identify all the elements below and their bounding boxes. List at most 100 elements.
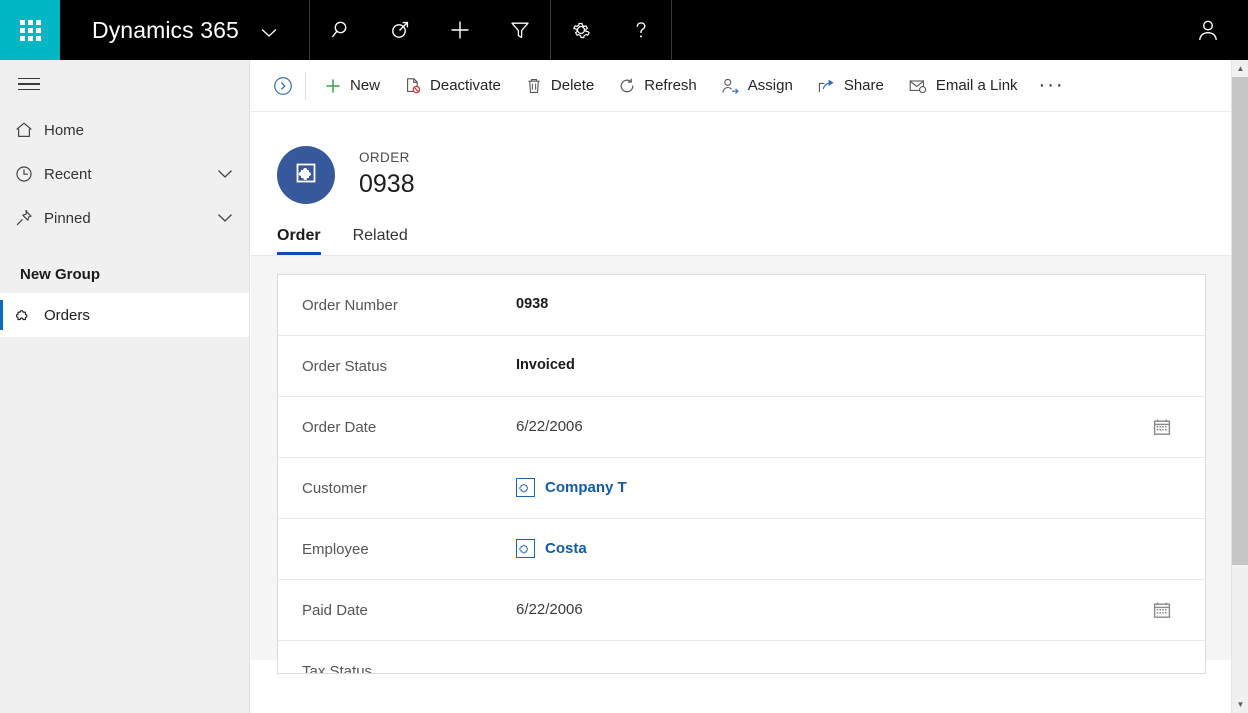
- field-label: Order Status: [302, 357, 388, 375]
- field-tax-status: Tax Status: [278, 641, 1205, 674]
- field-label: Tax Status: [302, 662, 373, 674]
- entity-puzzle-icon: [14, 305, 44, 325]
- share-icon: [817, 77, 836, 95]
- delete-button[interactable]: Delete: [513, 67, 606, 105]
- field-order-status: Order Status Invoiced: [278, 336, 1205, 397]
- sidebar-item-pinned[interactable]: Pinned: [0, 196, 249, 240]
- field-value-order-date[interactable]: 6/22/2006: [516, 418, 1187, 437]
- lookup-link-text[interactable]: Company T: [545, 479, 627, 496]
- sidebar-item-label: Home: [44, 121, 85, 139]
- assistant-icon[interactable]: [370, 0, 430, 60]
- calendar-icon[interactable]: [1153, 418, 1171, 436]
- deactivate-button-label: Deactivate: [430, 77, 501, 94]
- brand-title[interactable]: Dynamics 365: [60, 17, 277, 44]
- field-order-date: Order Date 6/22/2006: [278, 397, 1205, 458]
- home-icon: [14, 120, 44, 140]
- field-value-order-status[interactable]: Invoiced: [516, 357, 1187, 375]
- command-bar-divider: [305, 71, 306, 100]
- sidebar-item-label: Recent: [44, 165, 92, 183]
- sidebar-toggle-button[interactable]: [0, 60, 249, 108]
- refresh-icon: [618, 77, 636, 95]
- command-overflow-button[interactable]: ···: [1030, 67, 1074, 105]
- refresh-button[interactable]: Refresh: [606, 67, 709, 105]
- field-label: Order Number: [302, 296, 398, 314]
- email-a-link-button-label: Email a Link: [935, 77, 1018, 94]
- scroll-up-arrow-icon[interactable]: ▲: [1232, 60, 1248, 77]
- page-title: 0938: [359, 170, 415, 198]
- field-order-number: Order Number 0938: [278, 275, 1205, 336]
- user-avatar-icon[interactable]: [1178, 0, 1238, 60]
- chevron-down-icon[interactable]: [217, 213, 233, 223]
- vertical-scrollbar[interactable]: ▲ ▼: [1231, 60, 1248, 713]
- sidebar-item-home[interactable]: Home: [0, 108, 249, 152]
- field-value-order-number[interactable]: 0938: [516, 296, 1187, 314]
- delete-button-label: Delete: [550, 77, 595, 94]
- filter-icon[interactable]: [490, 0, 550, 60]
- entity-puzzle-icon: [291, 158, 321, 193]
- topbar-icon-group-left: [310, 0, 550, 60]
- record-entity-label: ORDER: [359, 150, 410, 165]
- hamburger-icon: [18, 74, 40, 95]
- chevron-right-circle-icon[interactable]: [263, 60, 303, 112]
- record-header-area: ORDER 0938 Order Related: [251, 112, 1248, 256]
- top-navigation-bar: Dynamics 365: [0, 0, 1248, 60]
- share-button-label: Share: [843, 77, 884, 94]
- scroll-down-arrow-icon[interactable]: ▼: [1232, 696, 1248, 713]
- form-tabs: Order Related: [251, 212, 1248, 256]
- field-label: Paid Date: [302, 601, 368, 619]
- field-paid-date: Paid Date 6/22/2006: [278, 580, 1205, 641]
- sidebar-item-recent[interactable]: Recent: [0, 152, 249, 196]
- search-icon[interactable]: [310, 0, 370, 60]
- assign-person-icon: [721, 77, 740, 95]
- share-button[interactable]: Share: [805, 67, 896, 105]
- sidebar: Home Recent Pinned New Group Orders: [0, 60, 250, 713]
- lookup-link-text[interactable]: Costa: [545, 540, 587, 557]
- chevron-down-icon[interactable]: [217, 169, 233, 179]
- form-card: Order Number 0938 Order Status Invoiced …: [277, 274, 1206, 674]
- topbar-divider-right: [671, 0, 673, 60]
- record-meta: ORDER 0938: [335, 149, 415, 201]
- chevron-down-icon[interactable]: [261, 25, 277, 42]
- record-header: ORDER 0938: [251, 112, 1248, 212]
- scrollbar-thumb[interactable]: [1232, 77, 1248, 565]
- quick-create-icon[interactable]: [430, 0, 490, 60]
- trash-icon: [525, 77, 543, 95]
- topbar-icon-group-settings: [551, 0, 671, 60]
- sidebar-item-label: Pinned: [44, 209, 91, 227]
- help-question-icon[interactable]: [611, 0, 671, 60]
- email-link-icon: [908, 77, 928, 95]
- email-a-link-button[interactable]: Email a Link: [896, 67, 1030, 105]
- app-launcher-icon: [19, 19, 41, 41]
- pin-icon: [14, 208, 44, 228]
- plus-icon: [324, 77, 342, 95]
- clock-icon: [14, 164, 44, 184]
- tab-related[interactable]: Related: [353, 227, 414, 255]
- calendar-icon[interactable]: [1153, 601, 1171, 619]
- field-value-customer[interactable]: Company T: [516, 477, 1187, 499]
- deactivate-icon: [404, 77, 422, 95]
- field-label: Order Date: [302, 418, 377, 436]
- field-value-employee[interactable]: Costa: [516, 538, 1187, 560]
- assign-button-label: Assign: [747, 77, 793, 94]
- assign-button[interactable]: Assign: [709, 67, 805, 105]
- field-label: Employee: [302, 540, 369, 558]
- sidebar-item-orders[interactable]: Orders: [0, 293, 249, 337]
- command-bar: New Deactivate Delete Refresh Assign Sha…: [251, 60, 1248, 112]
- form-body: Order Number 0938 Order Status Invoiced …: [251, 256, 1248, 674]
- field-value-tax-status[interactable]: [516, 670, 1187, 672]
- field-value-paid-date[interactable]: 6/22/2006: [516, 601, 1187, 620]
- main-content: New Deactivate Delete Refresh Assign Sha…: [251, 60, 1248, 713]
- entity-puzzle-icon: [516, 477, 535, 497]
- tab-order[interactable]: Order: [277, 227, 327, 255]
- deactivate-button[interactable]: Deactivate: [392, 67, 513, 105]
- entity-puzzle-icon: [516, 538, 535, 558]
- settings-gear-icon[interactable]: [551, 0, 611, 60]
- record-avatar: [277, 146, 335, 204]
- refresh-button-label: Refresh: [644, 77, 697, 94]
- new-button-label: New: [350, 77, 381, 94]
- new-button[interactable]: New: [312, 67, 392, 105]
- app-launcher-button[interactable]: [0, 0, 60, 60]
- field-customer: Customer Company T: [278, 458, 1205, 519]
- sidebar-group-title: New Group: [20, 266, 101, 283]
- brand-label: Dynamics 365: [92, 16, 239, 43]
